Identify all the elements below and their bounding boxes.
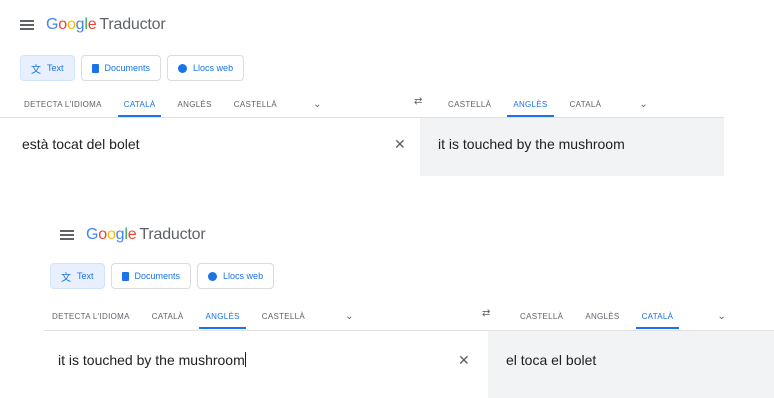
target-lang-castella[interactable]: CASTELLÀ [448,94,491,115]
text-mode-label: Text [47,63,64,73]
target-language-bar: CASTELLÀ ANGLÈS CATALÀ ⌄ [520,306,726,329]
target-lang-angles[interactable]: ANGLÈS [585,306,619,327]
google-logo: Google [46,16,97,33]
source-lang-catala[interactable]: CATALÀ [117,94,162,117]
source-text[interactable]: it is touched by the mushroom [58,352,246,368]
close-icon[interactable]: ✕ [394,136,406,153]
mode-selector: 文 Text Documents Llocs web [20,55,245,81]
menu-icon[interactable] [20,20,34,30]
app-header: Google Traductor [60,226,206,244]
translator-panel-1: Google Traductor 文 Text Documents Llocs w… [0,0,774,192]
app-title: Traductor [139,226,206,243]
source-lang-catala[interactable]: CATALÀ [152,306,184,327]
target-lang-catala[interactable]: CATALÀ [570,94,602,115]
source-text[interactable]: està tocat del bolet [22,136,140,152]
text-mode-button[interactable]: 文 Text [20,55,75,81]
source-lang-castella[interactable]: CASTELLÀ [234,94,277,115]
translation-output: el toca el bolet [506,352,597,368]
target-lang-catala[interactable]: CATALÀ [635,306,679,329]
websites-mode-button[interactable]: Llocs web [197,263,275,289]
swap-icon[interactable]: ⇄ [414,96,422,107]
text-mode-label: Text [77,271,94,281]
source-lang-detect[interactable]: DETECTA L'IDIOMA [24,94,102,115]
target-lang-castella[interactable]: CASTELLÀ [520,306,563,327]
source-lang-detect[interactable]: DETECTA L'IDIOMA [52,306,130,327]
close-icon[interactable]: ✕ [458,352,470,369]
swap-icon[interactable]: ⇄ [482,308,490,319]
app-title: Traductor [99,16,166,33]
translate-icon: 文 [31,64,41,76]
chevron-down-icon[interactable]: ⌄ [717,311,726,322]
translation-output: it is touched by the mushroom [438,136,625,152]
target-lang-angles[interactable]: ANGLÈS [507,94,554,117]
menu-icon[interactable] [60,230,74,240]
documents-mode-button[interactable]: Documents [110,263,192,289]
websites-mode-label: Llocs web [193,63,234,73]
mode-selector: 文 Text Documents Llocs web [50,263,275,289]
source-text-value: it is touched by the mushroom [58,352,245,368]
source-lang-angles[interactable]: ANGLÈS [199,306,247,329]
document-icon [121,271,129,281]
chevron-down-icon[interactable]: ⌄ [345,311,354,322]
globe-icon [178,63,188,73]
source-lang-angles[interactable]: ANGLÈS [177,94,211,115]
chevron-down-icon[interactable]: ⌄ [313,99,322,110]
documents-mode-button[interactable]: Documents [80,55,162,81]
app-logo[interactable]: Google Traductor [86,226,206,244]
google-logo: Google [86,226,137,243]
documents-mode-label: Documents [134,271,181,281]
source-lang-castella[interactable]: CASTELLÀ [262,306,305,327]
app-header: Google Traductor [20,16,166,34]
source-language-bar: DETECTA L'IDIOMA CATALÀ ANGLÈS CASTELLÀ … [52,306,354,329]
app-logo[interactable]: Google Traductor [46,16,166,34]
target-language-bar: CASTELLÀ ANGLÈS CATALÀ ⌄ [448,94,648,117]
chevron-down-icon[interactable]: ⌄ [639,99,648,110]
websites-mode-label: Llocs web [223,271,264,281]
source-language-bar: DETECTA L'IDIOMA CATALÀ ANGLÈS CASTELLÀ … [24,94,322,117]
globe-icon [208,271,218,281]
websites-mode-button[interactable]: Llocs web [167,55,245,81]
text-caret [244,352,246,367]
document-icon [91,63,99,73]
documents-mode-label: Documents [104,63,151,73]
text-mode-button[interactable]: 文 Text [50,263,105,289]
translate-icon: 文 [61,272,71,284]
translator-panel-2: Google Traductor 文 Text Documents Llocs w… [44,208,774,398]
